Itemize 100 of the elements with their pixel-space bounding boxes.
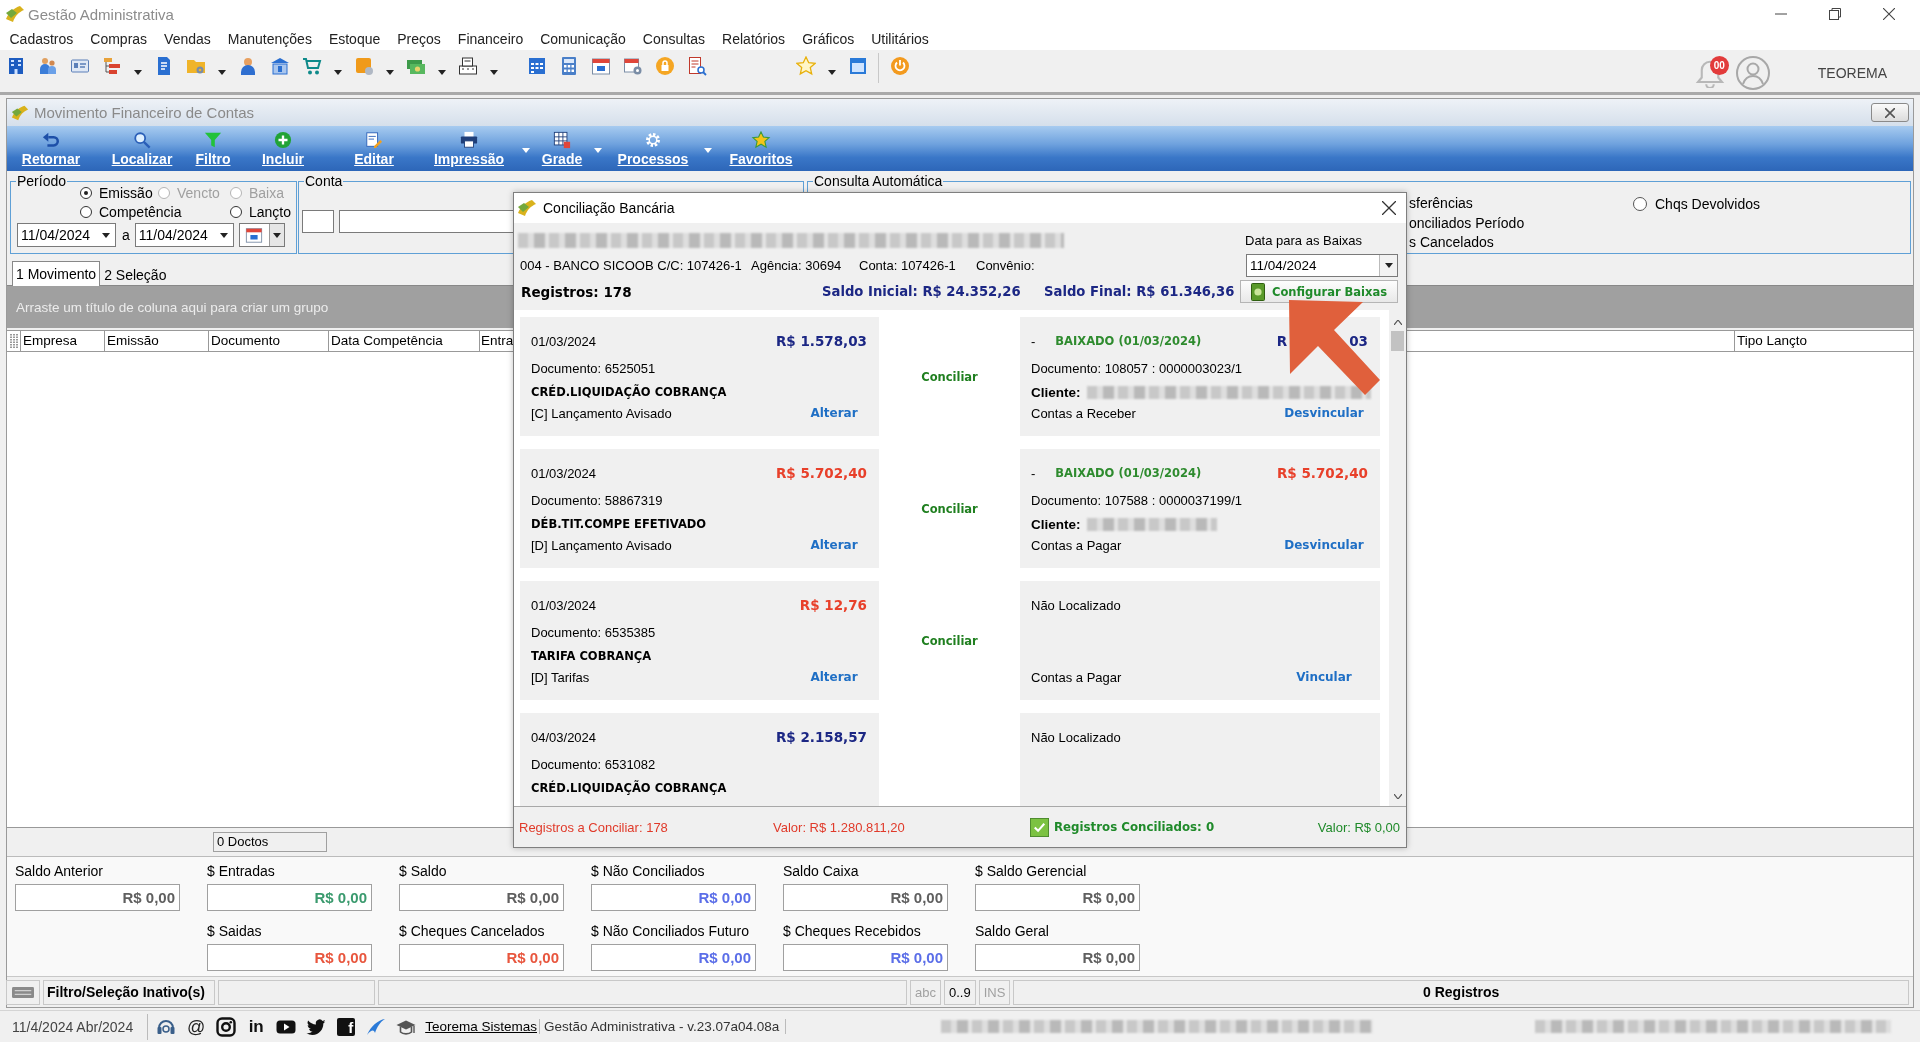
close-icon <box>1885 107 1895 118</box>
date-field[interactable]: 11/04/2024 <box>1246 254 1398 277</box>
caret-up-icon[interactable] <box>1393 320 1402 325</box>
bird-icon[interactable] <box>306 1016 327 1037</box>
toolbar-button[interactable]: Incluir <box>237 126 329 167</box>
radio-icon[interactable] <box>80 205 92 218</box>
close-icon <box>1883 8 1895 20</box>
toolbar-button[interactable]: Retornar <box>7 126 95 167</box>
menu-item[interactable]: Utilitários <box>862 29 938 49</box>
toolbar-button[interactable]: Filtro <box>189 126 237 167</box>
column-header[interactable]: Documento <box>209 331 329 351</box>
bell-icon[interactable] <box>1694 58 1725 88</box>
menu-item[interactable]: Gráficos <box>793 29 863 49</box>
close-button[interactable] <box>1871 103 1909 122</box>
cart-icon[interactable] <box>302 56 322 76</box>
caret-icon[interactable] <box>334 70 342 75</box>
email-link[interactable]: @ <box>186 1016 207 1037</box>
column-header[interactable]: Emissão <box>105 331 209 351</box>
date-field[interactable]: 11/04/2024 <box>134 223 234 247</box>
radio-icon[interactable] <box>1633 196 1647 211</box>
option-label[interactable]: onciliados Período <box>1409 213 1525 233</box>
toolbar-button[interactable]: Editar <box>329 126 419 167</box>
total-label: $ Saldo Gerencial <box>975 863 1088 880</box>
menu-item[interactable]: Preços <box>388 29 450 49</box>
menu-item[interactable]: Financeiro <box>449 29 532 49</box>
link-action[interactable]: Desvincular <box>1280 406 1368 420</box>
input-field[interactable] <box>339 210 515 233</box>
toolbar-button[interactable]: Impressão <box>419 126 519 167</box>
menu-item[interactable]: Consultas <box>634 29 714 49</box>
radio-option[interactable]: Competência <box>80 202 230 221</box>
toolbar-button[interactable]: Processos <box>605 126 701 167</box>
toolbar-button[interactable]: Localizar <box>95 126 189 167</box>
person-icon[interactable] <box>238 56 258 76</box>
radio-option[interactable]: Emissão <box>80 183 158 202</box>
caret-icon[interactable] <box>219 232 228 238</box>
date-field[interactable]: 11/04/2024 <box>17 223 116 247</box>
report-search-icon[interactable] <box>687 56 707 76</box>
link-action[interactable]: Desvincular <box>1280 538 1368 552</box>
caret-icon[interactable] <box>490 70 498 75</box>
calendar-button[interactable] <box>238 223 285 247</box>
close-button[interactable] <box>1382 201 1396 215</box>
option-label[interactable]: s Cancelados <box>1409 233 1494 253</box>
calendar-icon[interactable] <box>591 56 611 76</box>
caret-icon[interactable] <box>1384 263 1393 268</box>
column-header[interactable]: Entra <box>480 331 514 351</box>
window-icon[interactable] <box>848 56 868 76</box>
menu-item[interactable]: Compras <box>81 29 156 49</box>
input-field[interactable] <box>302 210 334 233</box>
social-link[interactable]: f <box>337 1017 356 1036</box>
caret-icon[interactable] <box>828 70 836 75</box>
column-header[interactable]: Data Competência <box>329 331 480 351</box>
configure-button[interactable]: Configurar Baixas <box>1240 280 1398 303</box>
radio-icon[interactable] <box>230 205 242 218</box>
calendar-gear-icon[interactable] <box>623 56 643 76</box>
column-chooser-icon[interactable] <box>9 334 18 348</box>
edit-link[interactable]: Alterar <box>801 670 867 684</box>
menu-item[interactable]: Cadastros <box>1 29 82 49</box>
option-label[interactable]: sferências <box>1409 194 1473 214</box>
caret-icon[interactable] <box>272 232 281 238</box>
menu-item[interactable]: Vendas <box>155 29 220 49</box>
calculator-icon[interactable] <box>559 56 579 76</box>
toolbar-button[interactable]: Favoritos <box>715 126 807 167</box>
reconcile-link[interactable]: Conciliar <box>921 501 978 516</box>
radio-option[interactable]: Chqs Devolvidos <box>1633 194 1761 214</box>
building-icon[interactable] <box>6 56 26 76</box>
caret-down-icon[interactable] <box>1393 794 1402 799</box>
caret-icon[interactable] <box>438 70 446 75</box>
menu-item[interactable]: Manutenções <box>219 29 321 49</box>
column-header[interactable]: Empresa <box>21 331 105 351</box>
records-count: Registros: 178 <box>520 283 633 300</box>
calendar-grid-icon[interactable] <box>527 56 547 76</box>
reconcile-link[interactable]: Conciliar <box>921 633 978 648</box>
caret-icon[interactable] <box>134 70 142 75</box>
caret-icon[interactable] <box>218 70 226 75</box>
menu-item[interactable]: Relatórios <box>713 29 794 49</box>
radio-icon[interactable] <box>80 186 92 199</box>
id-card-icon[interactable] <box>70 56 90 76</box>
menu-item[interactable]: Estoque <box>320 29 389 49</box>
bank-icon[interactable] <box>270 56 290 76</box>
tab[interactable]: 2 Seleção <box>100 262 171 286</box>
org-chart-icon[interactable] <box>102 56 122 76</box>
edit-link[interactable]: Alterar <box>801 406 867 420</box>
column-header[interactable]: Tipo Lançto <box>1735 331 1913 351</box>
edit-link[interactable]: Alterar <box>801 538 867 552</box>
star-icon[interactable] <box>796 56 816 76</box>
scroll-thumb[interactable] <box>1391 331 1404 351</box>
camera-icon[interactable] <box>216 1016 237 1037</box>
scrollbar[interactable] <box>1389 310 1406 806</box>
cash-register-icon[interactable] <box>458 56 478 76</box>
caret-icon[interactable] <box>102 232 110 238</box>
reconcile-link[interactable]: Conciliar <box>921 369 978 384</box>
link-action[interactable]: Vincular <box>1280 670 1368 684</box>
radio-option[interactable]: Lançto <box>230 202 296 221</box>
menu-item[interactable]: Comunicação <box>531 29 635 49</box>
people-icon[interactable] <box>38 56 58 76</box>
toolbar-button[interactable]: Grade <box>533 126 591 167</box>
tab[interactable]: 1 Movimento <box>12 261 101 286</box>
company-link[interactable]: Teorema Sistemas <box>425 1019 540 1034</box>
caret-icon[interactable] <box>386 70 394 75</box>
social-link[interactable]: in <box>246 1016 267 1037</box>
